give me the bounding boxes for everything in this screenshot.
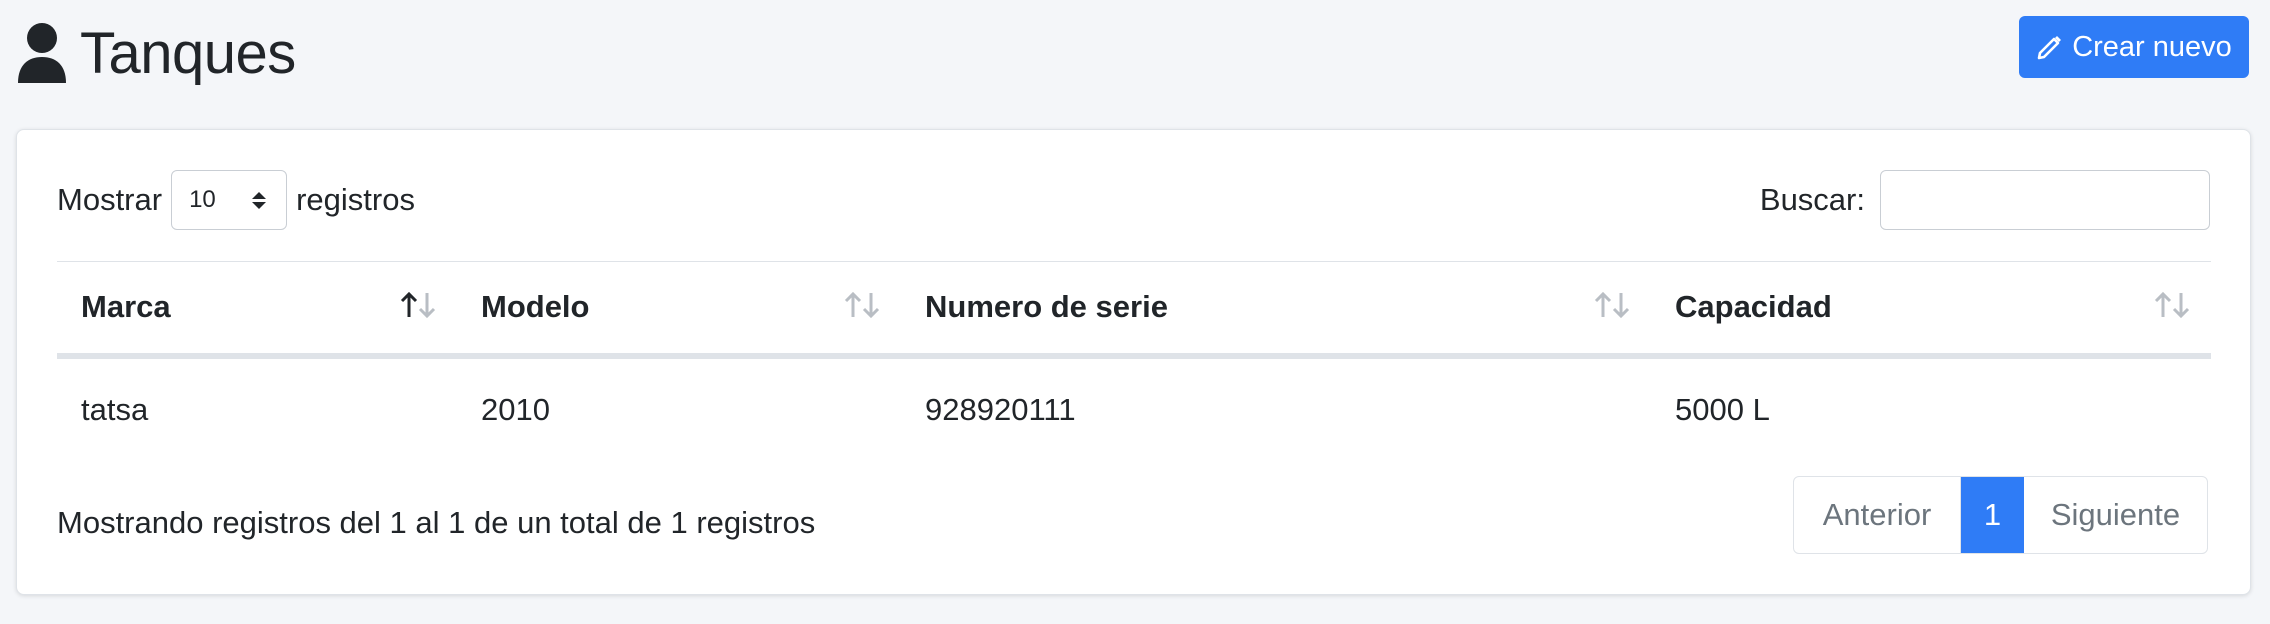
column-header-label: Capacidad xyxy=(1675,289,1832,325)
sort-arrows-icon xyxy=(1594,291,1630,319)
table-header-row: Marca Modelo Numero de serie Capacidad xyxy=(57,261,2211,356)
search-input[interactable] xyxy=(1880,170,2210,230)
search-control: Buscar: xyxy=(1760,170,2210,230)
user-icon xyxy=(18,23,66,83)
column-header-numero-de-serie[interactable]: Numero de serie xyxy=(901,262,1651,356)
page-title: Tanques xyxy=(80,20,296,86)
table-row: tatsa 2010 928920111 5000 L xyxy=(57,356,2211,461)
page-1-button[interactable]: 1 xyxy=(1961,477,2024,553)
search-label: Buscar: xyxy=(1759,182,1865,217)
table-cell: 5000 L xyxy=(1675,391,1770,427)
sort-arrows-icon xyxy=(2154,291,2190,319)
table-card: Mostrar 10 registros Buscar: Marca Model… xyxy=(16,129,2251,595)
create-new-button[interactable]: Crear nuevo xyxy=(2019,16,2249,78)
page-length-value: 10 xyxy=(189,186,216,213)
column-header-label: Numero de serie xyxy=(925,289,1168,325)
table-cell: tatsa xyxy=(81,391,149,427)
table-cell: 928920111 xyxy=(925,391,1076,427)
pagination: Anterior 1 Siguiente xyxy=(1793,476,2208,554)
next-page-button[interactable]: Siguiente xyxy=(2024,477,2207,553)
column-header-modelo[interactable]: Modelo xyxy=(457,262,901,356)
column-header-capacidad[interactable]: Capacidad xyxy=(1651,262,2211,356)
previous-page-button[interactable]: Anterior xyxy=(1794,477,1961,553)
table-info: Mostrando registros del 1 al 1 de un tot… xyxy=(57,505,816,540)
page-length-select[interactable]: 10 xyxy=(171,170,288,230)
page-length-control: Mostrar 10 registros xyxy=(57,170,415,230)
column-header-marca[interactable]: Marca xyxy=(57,262,457,356)
create-new-label: Crear nuevo xyxy=(2072,30,2232,63)
column-header-label: Modelo xyxy=(481,289,590,325)
pencil-icon xyxy=(2037,36,2062,60)
select-arrows-icon xyxy=(252,191,267,209)
sort-arrows-icon xyxy=(844,291,880,319)
sort-arrows-icon xyxy=(400,291,436,319)
show-label: Mostrar xyxy=(57,182,163,217)
records-label: registros xyxy=(296,182,415,217)
column-header-label: Marca xyxy=(81,289,171,325)
data-table: Marca Modelo Numero de serie Capacidad t… xyxy=(57,261,2211,461)
table-cell: 2010 xyxy=(481,391,550,427)
page-header: Tanques xyxy=(16,18,296,88)
